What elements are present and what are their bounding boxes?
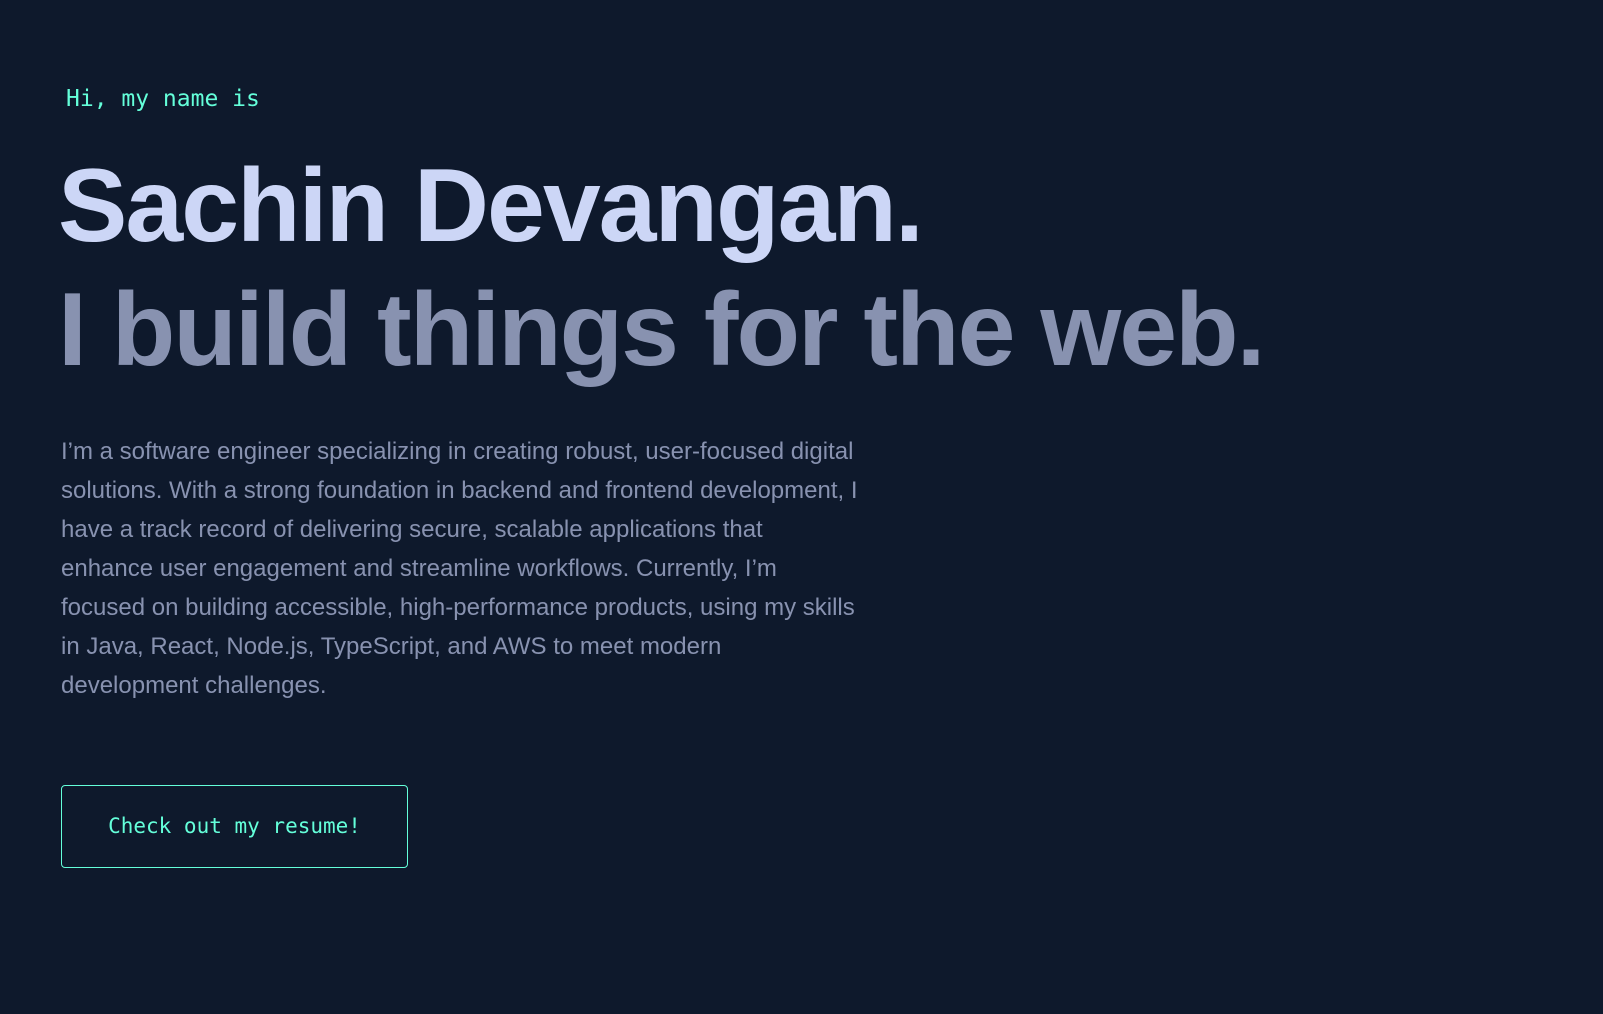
resume-button[interactable]: Check out my resume!: [61, 785, 408, 868]
hero-tagline: I build things for the web.: [58, 272, 1265, 388]
hero-name: Sachin Devangan.: [58, 148, 924, 264]
hero-bio: I’m a software engineer specializing in …: [61, 438, 858, 699]
hero-section: Hi, my name is Sachin Devangan. I build …: [0, 0, 1603, 1014]
resume-button-label: Check out my resume!: [108, 814, 361, 838]
greeting-text: Hi, my name is: [66, 86, 260, 112]
